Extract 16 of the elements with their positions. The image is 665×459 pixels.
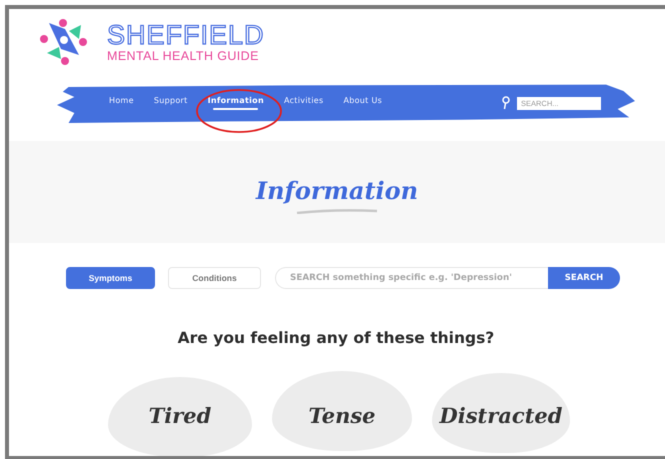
nav-link[interactable]: Support xyxy=(152,93,190,113)
filter-tab[interactable]: Symptoms xyxy=(66,267,155,289)
nav-link[interactable]: Home xyxy=(107,93,136,113)
question-heading: Are you feeling any of these things? xyxy=(176,329,496,347)
feeling-option[interactable]: Distracted xyxy=(432,373,570,453)
logo-title: SHEFFIELD xyxy=(107,22,265,48)
feeling-option[interactable]: Tense xyxy=(272,371,412,451)
nav-link[interactable]: Activities xyxy=(282,93,326,113)
logo-subtitle: MENTAL HEALTH GUIDE xyxy=(107,48,260,62)
nav-link[interactable]: About Us xyxy=(341,93,384,113)
search-icon[interactable] xyxy=(501,96,511,110)
search-field[interactable]: SEARCH something specific e.g. 'Depression' xyxy=(275,267,548,289)
filter-tab[interactable]: Conditions xyxy=(168,267,261,289)
page-title: Information xyxy=(256,176,418,205)
feeling-option[interactable]: Tired xyxy=(108,377,252,456)
search-button[interactable]: SEARCH xyxy=(548,267,620,289)
